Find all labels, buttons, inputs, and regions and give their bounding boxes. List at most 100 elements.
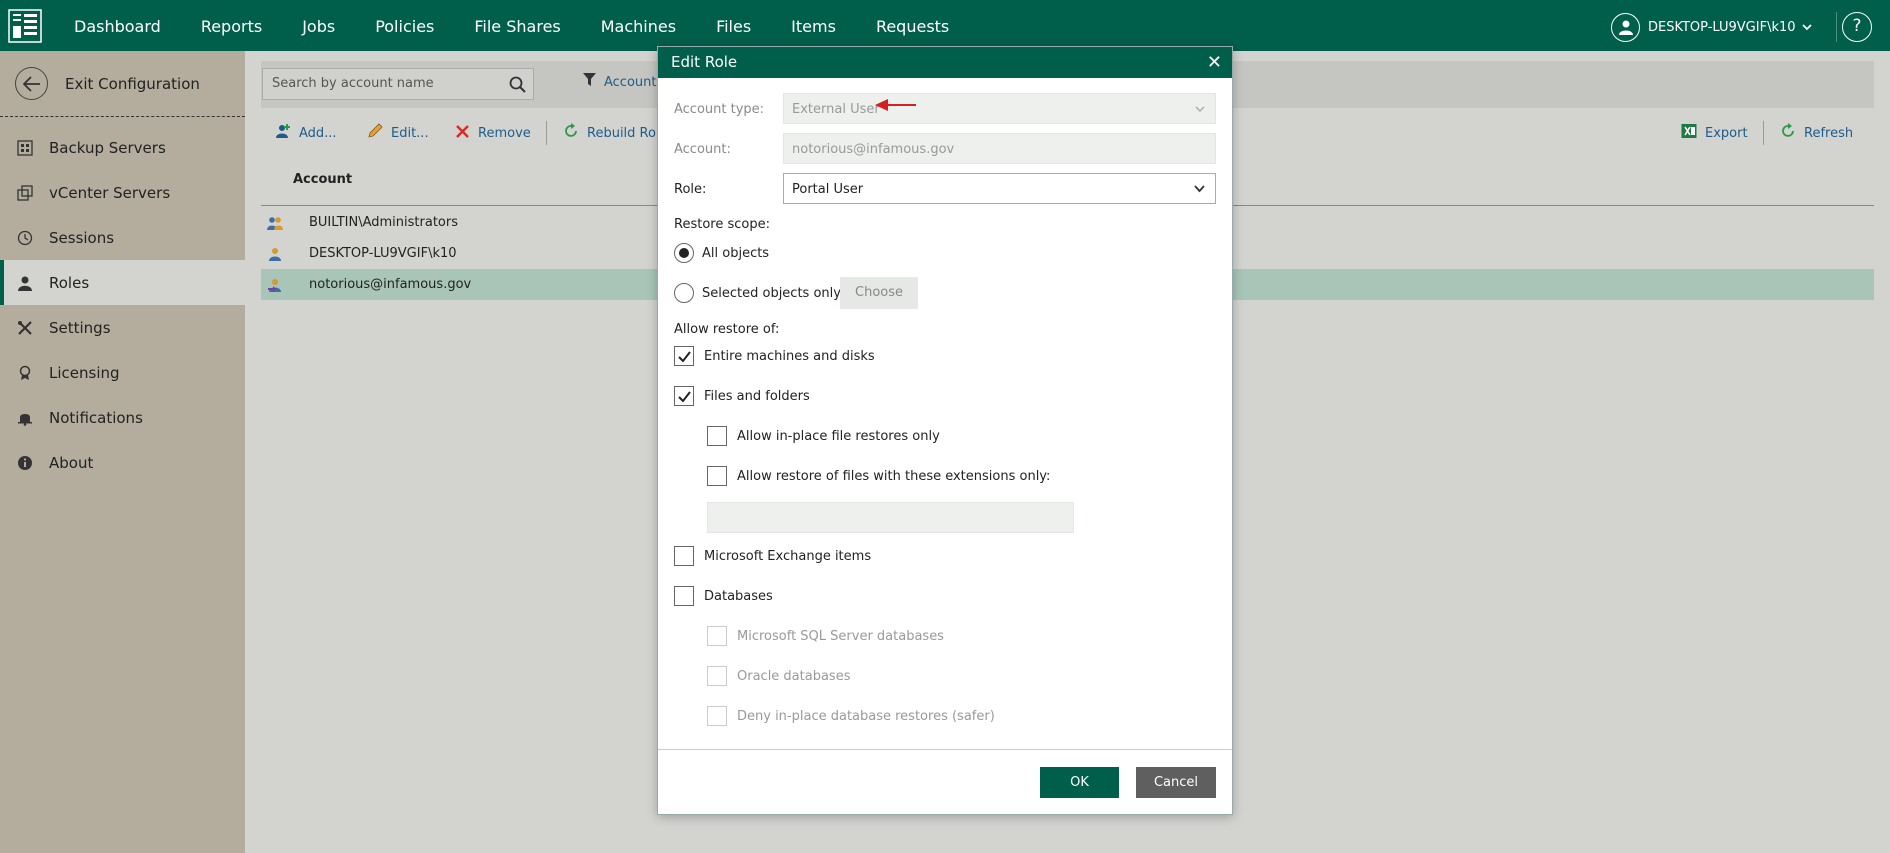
in-place-files-label: Allow in-place file restores only <box>737 428 940 444</box>
account-type-value: External User <box>792 102 880 117</box>
oracle-checkbox <box>707 666 727 686</box>
wrench-icon <box>17 320 33 336</box>
nav-files[interactable]: Files <box>696 0 771 51</box>
nav-requests[interactable]: Requests <box>856 0 969 51</box>
restore-scope-label: Restore scope: <box>674 217 770 232</box>
choose-button: Choose <box>840 277 918 309</box>
main-nav: Dashboard Reports Jobs Policies File Sha… <box>54 0 969 51</box>
nav-policies[interactable]: Policies <box>355 0 454 51</box>
edit-button[interactable]: Edit... <box>367 123 429 143</box>
export-label: Export <box>1705 125 1748 141</box>
sql-label: Microsoft SQL Server databases <box>737 628 944 644</box>
exit-configuration-button[interactable]: Exit Configuration <box>0 51 245 117</box>
entire-machines-checkbox[interactable] <box>674 346 694 366</box>
rebuild-roles-button[interactable]: Rebuild Rol <box>563 123 660 143</box>
remove-x-icon <box>455 124 470 143</box>
role-value: Portal User <box>792 182 864 197</box>
config-sidebar: Exit Configuration Backup Servers vCente… <box>0 51 249 853</box>
account-field: notorious@infamous.gov <box>783 133 1216 164</box>
chevron-down-icon <box>1194 174 1205 205</box>
refresh-button[interactable]: Refresh <box>1780 123 1853 143</box>
sidebar-item-label: About <box>49 453 94 472</box>
ok-button[interactable]: OK <box>1040 767 1119 798</box>
sidebar-item-sessions[interactable]: Sessions <box>0 215 245 260</box>
all-objects-option[interactable]: All objects <box>674 243 769 263</box>
user-name: DESKTOP-LU9VGIF\k10 <box>1648 19 1796 35</box>
nav-items[interactable]: Items <box>771 0 856 51</box>
in-place-files-option[interactable]: Allow in-place file restores only <box>707 426 940 446</box>
files-folders-option[interactable]: Files and folders <box>674 386 810 406</box>
deny-in-place-label: Deny in-place database restores (safer) <box>737 708 995 724</box>
databases-option[interactable]: Databases <box>674 586 773 606</box>
export-button[interactable]: Export <box>1681 123 1748 143</box>
add-button[interactable]: Add... <box>275 123 337 143</box>
chevron-down-icon <box>1801 20 1812 35</box>
role-select[interactable]: Portal User <box>783 173 1216 204</box>
nav-jobs[interactable]: Jobs <box>282 0 355 51</box>
allow-restore-label: Allow restore of: <box>674 322 780 337</box>
deny-in-place-option: Deny in-place database restores (safer) <box>707 706 995 726</box>
toolbar-divider <box>1763 121 1764 145</box>
nav-dashboard[interactable]: Dashboard <box>54 0 181 51</box>
avatar-icon <box>1611 12 1640 42</box>
sql-checkbox <box>707 626 727 646</box>
exchange-checkbox[interactable] <box>674 546 694 566</box>
sidebar-item-label: Sessions <box>49 228 115 247</box>
files-folders-checkbox[interactable] <box>674 386 694 406</box>
sidebar-item-notifications[interactable]: Notifications <box>0 395 245 440</box>
dialog-footer-divider <box>658 749 1232 750</box>
remove-button[interactable]: Remove <box>455 123 531 143</box>
search-placeholder: Search by account name <box>272 76 434 91</box>
group-icon <box>267 216 283 230</box>
nav-reports[interactable]: Reports <box>181 0 282 51</box>
extensions-only-option[interactable]: Allow restore of files with these extens… <box>707 466 1050 486</box>
app-logo-icon[interactable] <box>8 9 42 43</box>
account-filter[interactable]: Account <box>583 73 657 91</box>
sidebar-item-label: Roles <box>49 273 90 292</box>
sidebar-item-about[interactable]: About <box>0 440 245 485</box>
databases-label: Databases <box>704 588 773 604</box>
role-label: Role: <box>674 182 707 197</box>
clock-icon <box>17 230 33 246</box>
sidebar-item-roles[interactable]: Roles <box>0 260 249 305</box>
sidebar-item-settings[interactable]: Settings <box>0 305 245 350</box>
nav-divider <box>1836 12 1837 42</box>
extensions-only-checkbox[interactable] <box>707 466 727 486</box>
sidebar-item-backup-servers[interactable]: Backup Servers <box>0 125 245 170</box>
refresh-icon <box>1780 123 1796 143</box>
sql-option: Microsoft SQL Server databases <box>707 626 944 646</box>
entire-machines-option[interactable]: Entire machines and disks <box>674 346 875 366</box>
selected-objects-option[interactable]: Selected objects only <box>674 283 841 303</box>
bell-icon <box>17 410 33 426</box>
sidebar-item-licensing[interactable]: Licensing <box>0 350 245 395</box>
exchange-label: Microsoft Exchange items <box>704 548 872 564</box>
search-icon[interactable] <box>509 75 526 105</box>
nav-machines[interactable]: Machines <box>581 0 696 51</box>
nav-file-shares[interactable]: File Shares <box>454 0 580 51</box>
annotation-arrow-icon <box>875 98 917 116</box>
help-button[interactable]: ? <box>1842 12 1872 42</box>
edit-role-dialog: Edit Role ✕ Account type: External User … <box>657 46 1233 815</box>
add-label: Add... <box>299 125 337 141</box>
column-header-account[interactable]: Account <box>293 172 352 187</box>
exchange-option[interactable]: Microsoft Exchange items <box>674 546 871 566</box>
sidebar-item-vcenter-servers[interactable]: vCenter Servers <box>0 170 245 215</box>
close-icon[interactable]: ✕ <box>1207 47 1222 78</box>
in-place-files-checkbox[interactable] <box>707 426 727 446</box>
filter-icon <box>583 73 596 91</box>
user-menu[interactable]: DESKTOP-LU9VGIF\k10 <box>1611 12 1812 42</box>
chevron-down-icon <box>1195 94 1205 125</box>
remove-label: Remove <box>478 125 531 141</box>
user-icon <box>267 247 283 261</box>
cancel-button[interactable]: Cancel <box>1136 767 1216 798</box>
search-input[interactable]: Search by account name <box>262 68 534 100</box>
databases-checkbox[interactable] <box>674 586 694 606</box>
selected-objects-radio[interactable] <box>674 283 694 303</box>
deny-in-place-checkbox <box>707 706 727 726</box>
license-icon <box>17 365 33 381</box>
oracle-label: Oracle databases <box>737 668 851 684</box>
top-navigation-bar: Dashboard Reports Jobs Policies File Sha… <box>0 0 1890 51</box>
all-objects-radio[interactable] <box>674 243 694 263</box>
sidebar-item-label: Settings <box>49 318 111 337</box>
all-objects-label: All objects <box>702 245 770 261</box>
